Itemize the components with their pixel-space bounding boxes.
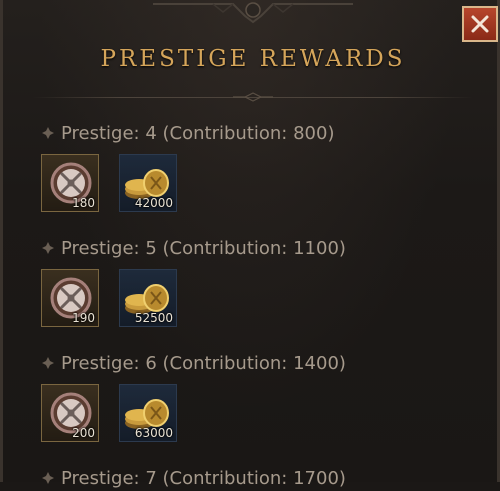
diamond-bullet-icon xyxy=(42,127,54,139)
reward-quantity: 42000 xyxy=(134,196,173,210)
reward-list: 190 52500 xyxy=(41,269,346,327)
tier-header: Prestige: 4 (Contribution: 800) xyxy=(41,120,334,146)
reward-slot-medal[interactable]: 190 xyxy=(41,269,99,327)
reward-quantity: 63000 xyxy=(134,426,173,440)
tier-header: Prestige: 6 (Contribution: 1400) xyxy=(41,350,346,376)
tier-label: Prestige: 4 (Contribution: 800) xyxy=(61,122,335,144)
reward-list: 200 63000 xyxy=(41,384,346,442)
reward-quantity: 52500 xyxy=(134,311,173,325)
tier-header: Prestige: 5 (Contribution: 1100) xyxy=(41,235,346,261)
divider-ornament-icon xyxy=(233,92,273,102)
reward-quantity: 190 xyxy=(72,311,95,325)
reward-slot-gold[interactable]: 52500 xyxy=(119,269,177,327)
diamond-bullet-icon xyxy=(42,242,54,254)
tier-header: Prestige: 7 (Contribution: 1700) xyxy=(41,465,346,491)
top-ornament-icon xyxy=(153,2,353,24)
prestige-rewards-panel: PRESTIGE REWARDS Prestige: 4 (Contributi… xyxy=(0,0,500,489)
prestige-tier: Prestige: 4 (Contribution: 800) 180 4200… xyxy=(41,120,334,212)
close-icon xyxy=(471,15,489,33)
tier-label: Prestige: 5 (Contribution: 1100) xyxy=(61,237,346,259)
reward-slot-medal[interactable]: 180 xyxy=(41,154,99,212)
reward-quantity: 180 xyxy=(72,196,95,210)
prestige-tier: Prestige: 7 (Contribution: 1700) xyxy=(41,465,346,491)
prestige-tier: Prestige: 5 (Contribution: 1100) 190 525… xyxy=(41,235,346,327)
close-button[interactable] xyxy=(462,6,498,42)
reward-quantity: 200 xyxy=(72,426,95,440)
tier-label: Prestige: 6 (Contribution: 1400) xyxy=(61,352,346,374)
diamond-bullet-icon xyxy=(42,472,54,484)
reward-slot-gold[interactable]: 42000 xyxy=(119,154,177,212)
reward-list: 180 42000 xyxy=(41,154,334,212)
reward-slot-gold[interactable]: 63000 xyxy=(119,384,177,442)
tier-label: Prestige: 7 (Contribution: 1700) xyxy=(61,467,346,489)
diamond-bullet-icon xyxy=(42,357,54,369)
reward-slot-medal[interactable]: 200 xyxy=(41,384,99,442)
prestige-tier: Prestige: 6 (Contribution: 1400) 200 630… xyxy=(41,350,346,442)
page-title: PRESTIGE REWARDS xyxy=(100,46,406,72)
